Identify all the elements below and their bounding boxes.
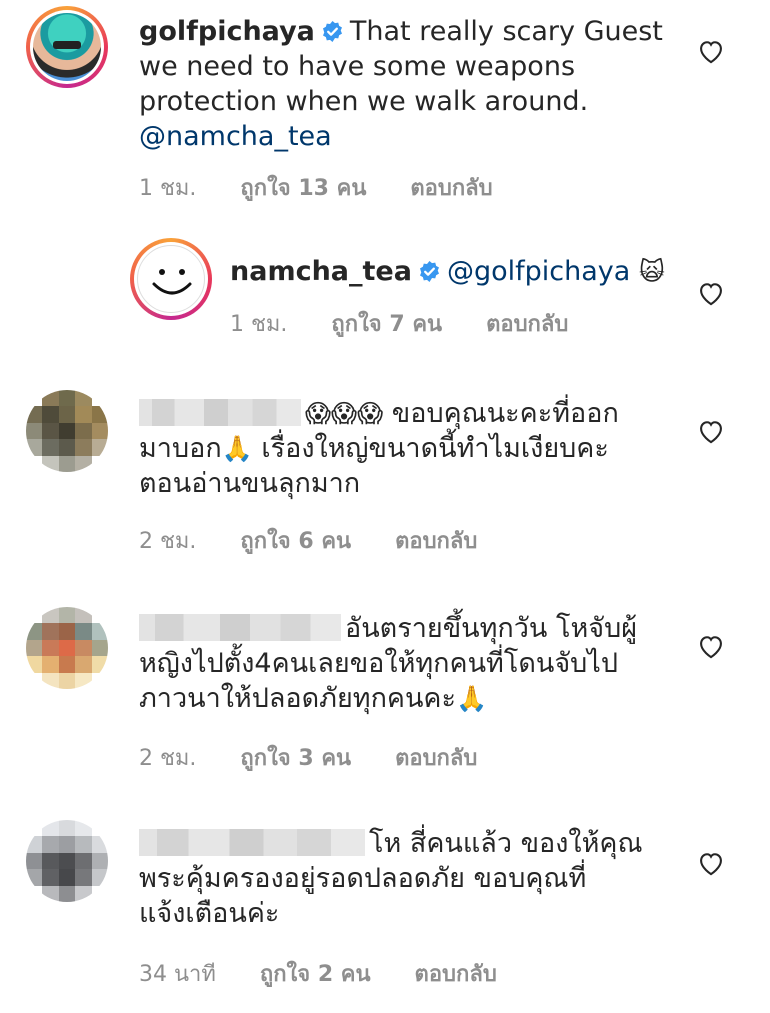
comment-text-line3: ภาวนาให้ปลอดภัยทุกคนคะ [139, 683, 456, 714]
blurred-username[interactable] [139, 614, 341, 641]
comment-time: 1 ชม. [230, 312, 288, 337]
comment-text-line1: อันตรายขึ้นทุกวัน โหจับผู้ [345, 613, 638, 644]
comment-text-line2b: เรื่องใหญ่ขนาดนี้ทำไมเงียบคะ [252, 433, 609, 464]
username[interactable]: namcha_tea [230, 256, 412, 287]
comment-text-line3: ตอนอ่านขนลุกมาก [139, 468, 361, 499]
comment-text-line3: แจ้งเตือนค่ะ [139, 898, 280, 929]
verified-badge-icon [419, 260, 439, 283]
comment-4: อันตรายขึ้นทุกวัน โหจับผู้ หญิงไปตั้ง4คน… [0, 595, 770, 785]
mention-link[interactable]: @namcha_tea [139, 121, 332, 152]
comment-text-line1: ขอบคุณนะคะที่ออก [391, 398, 619, 429]
comment-5: โห สี่คนแล้ว ของให้คุณ พระคุ้มครองอยู่รอ… [0, 810, 770, 1010]
verified-badge-icon [322, 20, 342, 43]
smiley-icon [152, 269, 192, 295]
avatar[interactable] [130, 238, 212, 320]
avatar[interactable] [26, 6, 108, 88]
pray-emoji: 🙏 [221, 434, 253, 463]
like-heart-icon[interactable] [697, 850, 725, 876]
comment-time: 1 ชม. [139, 176, 197, 201]
reply-button[interactable]: ตอบกลับ [486, 312, 568, 337]
comment-time: 2 ชม. [139, 529, 197, 554]
reply-button[interactable]: ตอบกลับ [415, 962, 497, 987]
reply-button[interactable]: ตอบกลับ [410, 176, 492, 201]
reply-button[interactable]: ตอบกลับ [395, 746, 477, 771]
like-heart-icon[interactable] [697, 418, 725, 444]
comment-text-line2a: มาบอก [139, 433, 222, 464]
likes-count[interactable]: ถูกใจ 2 คน [260, 962, 371, 987]
comment-golfpichaya: golfpichaya That really scary Guest we ne… [0, 0, 770, 210]
mention-link[interactable]: @golfpichaya [447, 256, 630, 287]
blurred-username[interactable] [139, 399, 301, 426]
scream-cat-emoji: 🙀 [638, 257, 665, 286]
username[interactable]: golfpichaya [139, 16, 315, 47]
comment-3: 😱😱😱 ขอบคุณนะคะที่ออก มาบอก🙏 เรื่องใหญ่ขน… [0, 380, 770, 570]
comment-time: 34 นาที [139, 962, 216, 987]
avatar[interactable] [26, 390, 108, 472]
pray-emoji: 🙏 [456, 684, 488, 713]
likes-count[interactable]: ถูกใจ 13 คน [240, 176, 366, 201]
reply-button[interactable]: ตอบกลับ [395, 529, 477, 554]
comment-namcha-tea: namcha_tea @golfpichaya 🙀 1 ชม. ถูกใจ 7 คน… [0, 230, 770, 360]
likes-count[interactable]: ถูกใจ 6 คน [240, 529, 351, 554]
like-heart-icon[interactable] [697, 38, 725, 64]
scream-emoji: 😱😱😱 [305, 399, 384, 428]
likes-count[interactable]: ถูกใจ 3 คน [240, 746, 351, 771]
comment-text-line2: หญิงไปตั้ง4คนเลยขอให้ทุกคนที่โดนจับไป [139, 648, 618, 679]
like-heart-icon[interactable] [697, 633, 725, 659]
comment-text-line2: พระคุ้มครองอยู่รอดปลอดภัย ขอบคุณที่ [139, 863, 587, 894]
avatar[interactable] [26, 607, 108, 689]
avatar[interactable] [26, 820, 108, 902]
like-heart-icon[interactable] [697, 280, 725, 306]
comment-text-line1: โห สี่คนแล้ว ของให้คุณ [369, 828, 643, 859]
comment-time: 2 ชม. [139, 746, 197, 771]
likes-count[interactable]: ถูกใจ 7 คน [331, 312, 442, 337]
blurred-username[interactable] [139, 829, 365, 856]
